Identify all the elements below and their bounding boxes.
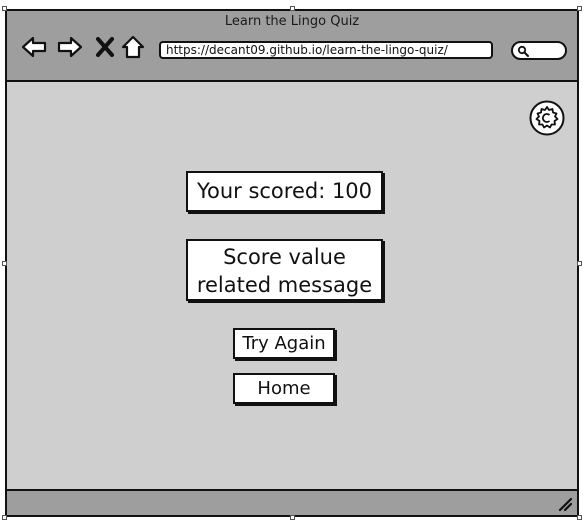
page-content: Your scored: 100 Score value related mes… — [7, 82, 577, 491]
home-button[interactable]: Home — [233, 373, 335, 404]
close-icon[interactable] — [95, 35, 115, 59]
score-message-line-1: Score value — [223, 245, 346, 269]
window-title: Learn the Lingo Quiz — [224, 14, 360, 29]
selection-handle — [2, 261, 7, 266]
search-box[interactable] — [511, 41, 567, 60]
back-icon[interactable] — [21, 35, 47, 59]
home-icon[interactable] — [121, 35, 145, 59]
search-icon — [517, 45, 529, 57]
selection-handle — [577, 261, 582, 266]
selection-handle — [290, 6, 295, 11]
selection-handle — [577, 6, 582, 11]
resize-grip-icon[interactable] — [557, 496, 573, 512]
status-bar — [7, 489, 577, 515]
score-message: Score value related message — [186, 239, 383, 301]
address-bar[interactable]: https://decant09.github.io/learn-the-lin… — [159, 41, 493, 59]
score-display: Your scored: 100 — [186, 171, 383, 212]
gear-icon[interactable] — [529, 100, 565, 136]
browser-window: Learn the Lingo Quiz https://decant09.gi… — [5, 9, 579, 517]
try-again-button[interactable]: Try Again — [233, 328, 335, 359]
score-message-line-2: related message — [196, 273, 373, 297]
browser-toolbar: Learn the Lingo Quiz https://decant09.gi… — [7, 11, 577, 82]
selection-handle — [290, 515, 295, 520]
forward-icon[interactable] — [57, 35, 83, 59]
selection-handle — [2, 6, 7, 11]
selection-handle — [577, 515, 582, 520]
selection-handle — [2, 515, 7, 520]
